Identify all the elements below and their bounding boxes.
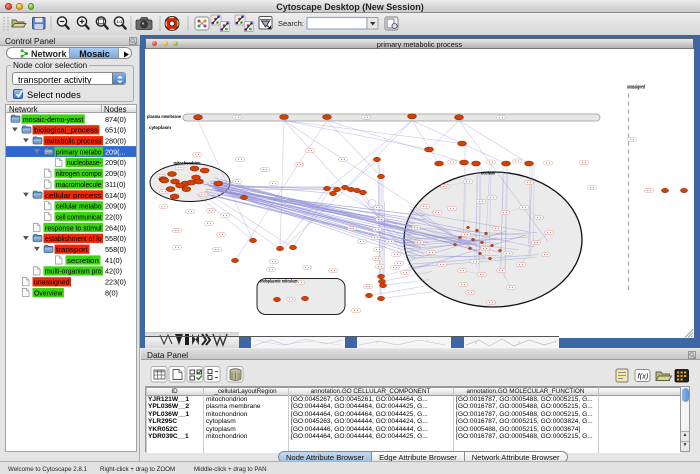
- svg-text:874(0): 874(0): [105, 114, 126, 123]
- svg-text:209(0): 209(0): [105, 158, 126, 167]
- svg-text:metabolic process: metabolic process: [45, 136, 102, 145]
- svg-text:unassigned: unassigned: [34, 277, 70, 286]
- svg-text:209(...: 209(...: [105, 147, 126, 156]
- svg-text:mosaic-demo-yeast: mosaic-demo-yeast: [23, 114, 84, 123]
- svg-text:280(0): 280(0): [105, 136, 126, 145]
- svg-text:unassigned: unassigned: [627, 84, 645, 90]
- svg-text:nucleobase-: nucleobase-: [67, 158, 102, 167]
- svg-text:macromolecule: macromolecule: [56, 179, 102, 188]
- svg-text:311(0): 311(0): [105, 179, 126, 188]
- svg-text:41(0): 41(0): [105, 255, 122, 264]
- svg-text:651(0): 651(0): [105, 125, 126, 134]
- svg-text:cellular process: cellular process: [45, 190, 102, 199]
- svg-text:multi-organism pro: multi-organism pro: [45, 266, 102, 275]
- svg-text:209(0): 209(0): [105, 169, 126, 178]
- svg-text:Overview: Overview: [34, 288, 63, 297]
- svg-text:558(0): 558(0): [105, 245, 126, 254]
- svg-text:mitochondrion: mitochondrion: [174, 160, 201, 165]
- svg-text:cell communicat: cell communicat: [56, 212, 102, 221]
- svg-text:nucleus: nucleus: [481, 170, 495, 176]
- svg-text:nitrogen compo: nitrogen compo: [56, 169, 102, 178]
- svg-text:cytoplasm: cytoplasm: [149, 124, 171, 129]
- svg-text:8(0): 8(0): [105, 288, 118, 297]
- svg-text:transport: transport: [56, 245, 89, 254]
- svg-text:biological_process: biological_process: [34, 125, 98, 134]
- svg-text:plasma membrane: plasma membrane: [147, 113, 181, 118]
- svg-text:22(0): 22(0): [105, 212, 122, 221]
- svg-text:42(0): 42(0): [105, 266, 122, 275]
- svg-text:f(x): f(x): [638, 372, 649, 381]
- svg-text:Search:: Search:: [278, 19, 304, 28]
- svg-text:614(0): 614(0): [105, 190, 126, 199]
- svg-text:1:1: 1:1: [116, 19, 123, 24]
- svg-text:primary metabo: primary metabo: [56, 147, 102, 156]
- svg-text:response to stimul: response to stimul: [45, 223, 102, 232]
- svg-text:264(0): 264(0): [105, 223, 126, 232]
- svg-text:establishment of lo: establishment of lo: [45, 234, 102, 243]
- svg-text:209(0): 209(0): [105, 201, 126, 210]
- svg-text:secretion: secretion: [67, 255, 99, 264]
- svg-text:558(0): 558(0): [105, 234, 126, 243]
- svg-text:223(0): 223(0): [105, 277, 126, 286]
- svg-text:cellular metabo: cellular metabo: [56, 201, 102, 210]
- svg-text:endoplasmic reticulum: endoplasmic reticulum: [260, 278, 298, 284]
